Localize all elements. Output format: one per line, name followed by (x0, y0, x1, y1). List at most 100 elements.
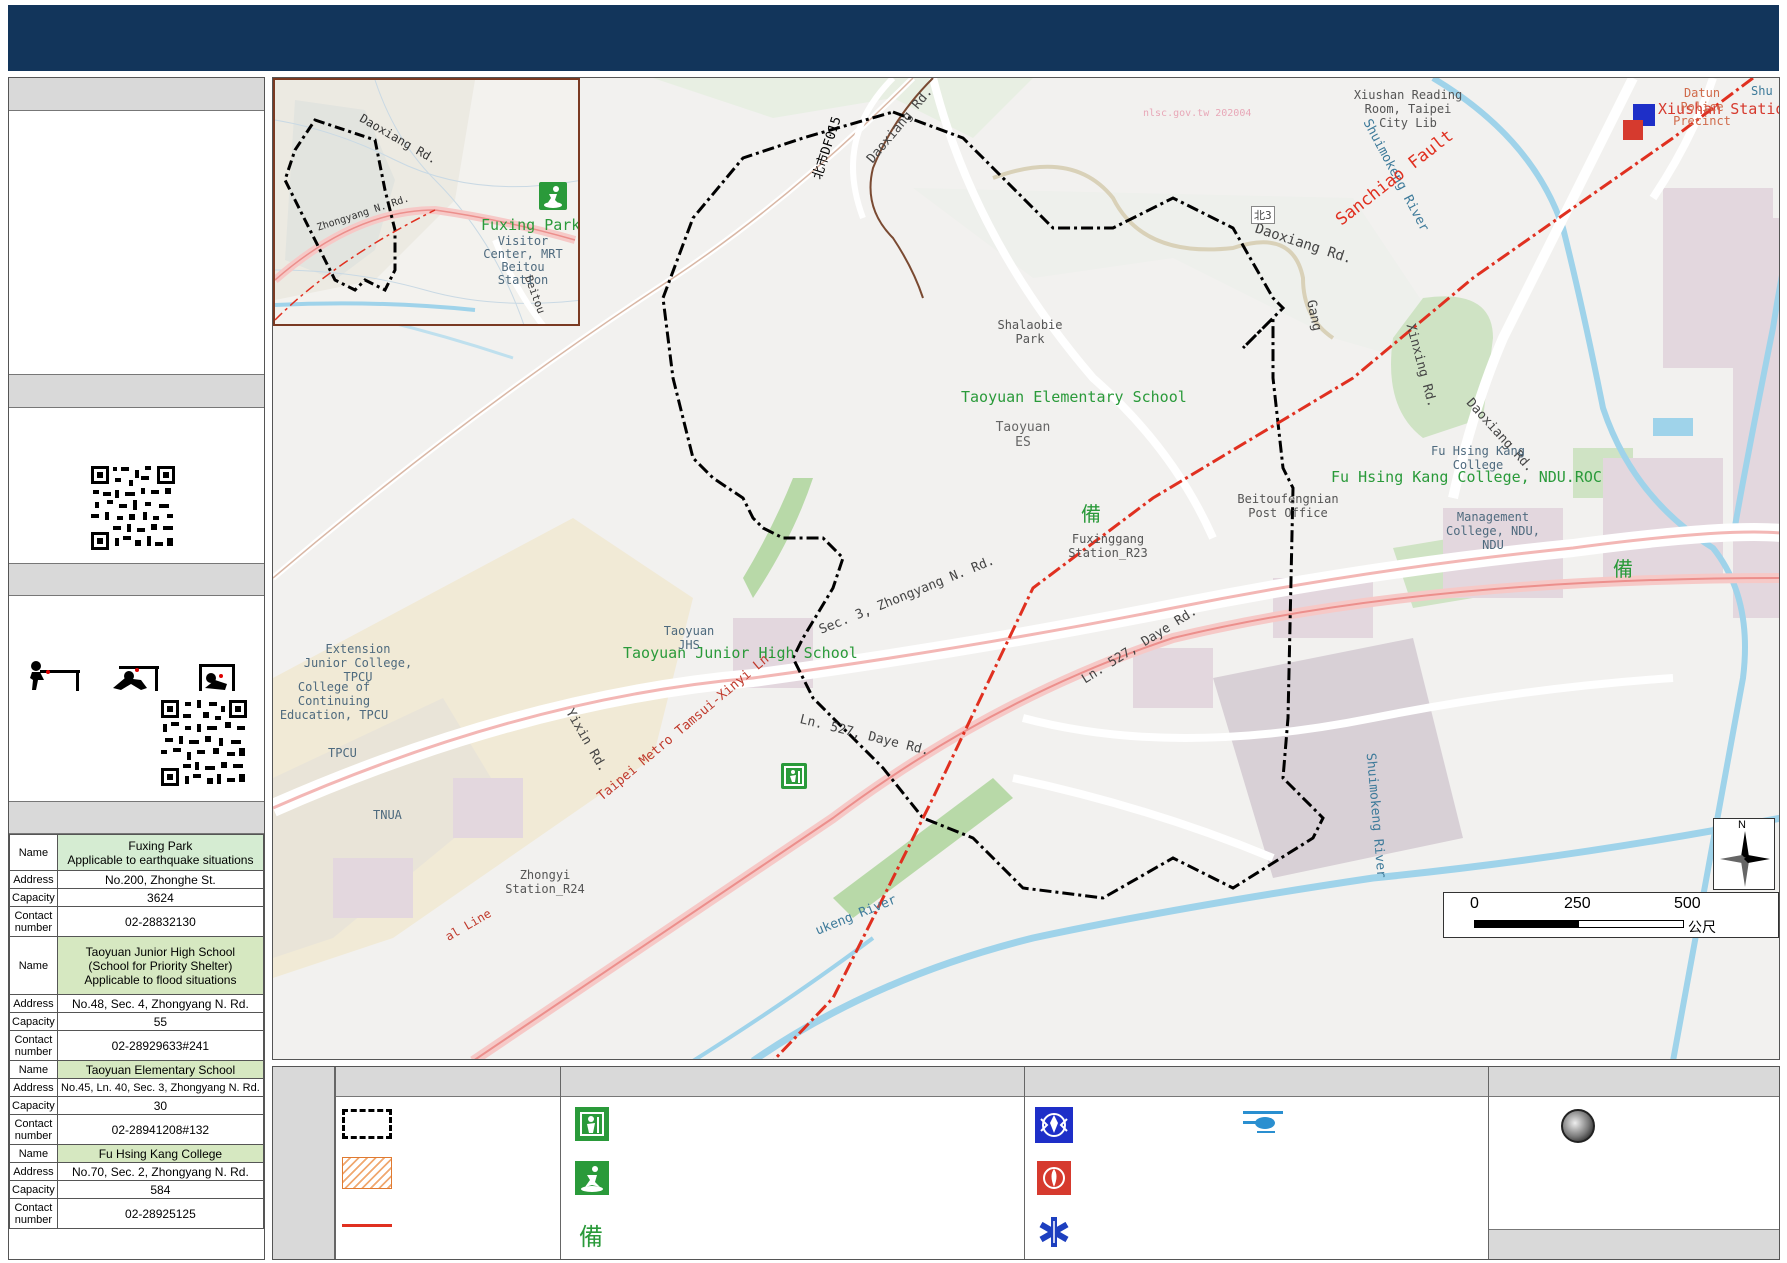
legend-side (273, 1067, 335, 1259)
scale-bar-black (1474, 920, 1578, 928)
legend-col-other (1488, 1067, 1779, 1259)
capacity-label: Capacity (9, 888, 58, 907)
legend-col-boundary (335, 1067, 560, 1259)
table-row: Contact number 02-28941208#132 (9, 1114, 265, 1145)
shelter-address: No.70, Sec. 2, Zhongyang N. Rd. (56, 1162, 265, 1181)
shelter-contact: 02-28925125 (56, 1198, 265, 1229)
table-row: Name Taoyuan Junior High School (School f… (9, 936, 265, 995)
taoyuan-es-label: Taoyuan ES (995, 420, 1051, 450)
qr-code-2[interactable] (159, 698, 249, 788)
zhongyi-station-label: Zhongyi Station_R24 (505, 868, 585, 896)
shelter-contact: 02-28832130 (56, 906, 265, 937)
shelter-capacity: 584 (56, 1180, 265, 1199)
name-label: Name (9, 834, 58, 871)
table-row: Address No.200, Zhonghe St. (9, 870, 265, 889)
capacity-label: Capacity (9, 1180, 58, 1199)
shelter-name: Taoyuan Elementary School (56, 1060, 265, 1079)
extension-college-label: Extension Junior College, TPCU (303, 642, 413, 684)
outdoor-shelter-icon (575, 1161, 609, 1195)
contact-label: Contact number (9, 1198, 58, 1229)
fire-icon[interactable] (1623, 120, 1643, 140)
inset-visitor-label: Visitor Center, MRT Beitou Station (483, 234, 563, 287)
table-row: Address No.48, Sec. 4, Zhongyang N. Rd. (9, 994, 265, 1013)
contact-label: Contact number (9, 906, 58, 937)
reserve-shelter-icon: 備 (579, 1224, 603, 1251)
shelter-capacity: 30 (56, 1096, 265, 1115)
left-panel: Name Fuxing Park Applicable to earthquake… (8, 77, 265, 1260)
main-map[interactable]: Daoxiang Rd. Zhongyang N. Rd. Beitou Fux… (272, 77, 1780, 1060)
fuxing-park-shelter-icon[interactable] (539, 182, 567, 210)
section-header-info (9, 78, 264, 111)
scale-500: 500 (1674, 895, 1701, 912)
taoyuan-es-shelter-label: Taoyuan Elementary School (961, 388, 1187, 406)
shelter-name: Fu Hsing Kang College (56, 1144, 265, 1163)
legend-head-other (1489, 1067, 1779, 1097)
taoyuan-jhs-shelter-label: Taoyuan Junior High School (623, 644, 858, 662)
section-header-shelters (9, 801, 264, 834)
shelter-address: No.45, Ln. 40, Sec. 3, Zhongyang N. Rd. (56, 1078, 265, 1097)
name-label: Name (9, 1060, 58, 1079)
table-row: Name Fuxing Park Applicable to earthquake… (9, 834, 265, 871)
taoyuan-jhs-shelter-icon[interactable] (781, 763, 807, 789)
table-row: Contact number 02-28925125 (9, 1198, 265, 1229)
inset-map[interactable]: Daoxiang Rd. Zhongyang N. Rd. Beitou Fux… (273, 78, 580, 326)
xiushan-reading-label: Xiushan Reading Room, Taipei City Lib (1353, 88, 1463, 130)
shelter-contact: 02-28941208#132 (56, 1114, 265, 1145)
address-label: Address (9, 1162, 58, 1181)
table-row: Name Taoyuan Elementary School (9, 1060, 265, 1079)
shelter-capacity: 55 (56, 1012, 265, 1031)
table-row: Contact number 02-28929633#241 (9, 1030, 265, 1061)
legend-col-shelters: 備 (560, 1067, 1024, 1259)
address-label: Address (9, 1078, 58, 1097)
inset-fuxing-park-label: Fuxing Park (481, 216, 580, 234)
table-row: Name Fu Hsing Kang College (9, 1144, 265, 1163)
legend-head-shelters (561, 1067, 1024, 1097)
shelter-table-wrap: Name Fuxing Park Applicable to earthquake… (9, 834, 265, 1229)
police-legend-icon (1035, 1107, 1073, 1143)
shu-label: Shu (1751, 84, 1773, 98)
mgmt-college-label: Management College, NDU, NDU (1446, 510, 1540, 552)
fire-legend-icon (1037, 1161, 1071, 1195)
table-row: Capacity 55 (9, 1012, 265, 1031)
scale-bar: 0 250 500 公尺 (1443, 892, 1779, 938)
road-beitou3: 北3 (1251, 206, 1275, 224)
table-row: Capacity 30 (9, 1096, 265, 1115)
shelter-capacity: 3624 (56, 888, 265, 907)
boundary-legend-icon (342, 1109, 392, 1139)
capacity-label: Capacity (9, 1096, 58, 1115)
fhk-shelter-label: Fu Hsing Kang College, NDU.ROC (1331, 468, 1602, 486)
header-bar (8, 5, 1779, 71)
qr-code-1[interactable] (89, 464, 177, 552)
address-label: Address (9, 994, 58, 1013)
name-label: Name (9, 936, 58, 995)
cover-icon (107, 658, 167, 693)
taoyuan-es-reserve-icon[interactable]: 備 (1081, 498, 1101, 527)
shelter-address: No.48, Sec. 4, Zhongyang N. Rd. (56, 994, 265, 1013)
hold-icon (189, 658, 249, 693)
section-header-qr (9, 375, 264, 408)
scale-250: 250 (1564, 895, 1591, 912)
shelter-contact: 02-28929633#241 (56, 1030, 265, 1061)
post-office-label: Beitoufengnian Post Office (1237, 492, 1339, 520)
scale-0: 0 (1470, 895, 1479, 912)
medical-legend-icon (1037, 1215, 1071, 1249)
helicopter-legend-icon (1241, 1107, 1287, 1137)
indoor-shelter-icon (575, 1107, 609, 1141)
table-row: Contact number 02-28832130 (9, 906, 265, 937)
section-header-earthquake (9, 563, 264, 596)
info-area (9, 111, 264, 375)
legend-head-facilities (1025, 1067, 1488, 1097)
legend-col-facilities (1024, 1067, 1488, 1259)
tpcu-label: TPCU (328, 746, 357, 760)
scale-bar-white (1578, 920, 1684, 928)
table-row: Address No.45, Ln. 40, Sec. 3, Zhongyang… (9, 1078, 265, 1097)
shalaobie-park-label: Shalaobie Park (997, 318, 1063, 346)
fhk-reserve-icon[interactable]: 備 (1613, 553, 1633, 582)
hazard-area-icon (342, 1157, 392, 1189)
table-row: Capacity 584 (9, 1180, 265, 1199)
continuing-education-label: College of Continuing Education, TPCU (279, 680, 389, 722)
north-label: N (1738, 819, 1746, 831)
capacity-label: Capacity (9, 1012, 58, 1031)
shelter-name: Fuxing Park Applicable to earthquake situ… (56, 834, 265, 871)
north-arrow: N (1713, 818, 1775, 890)
